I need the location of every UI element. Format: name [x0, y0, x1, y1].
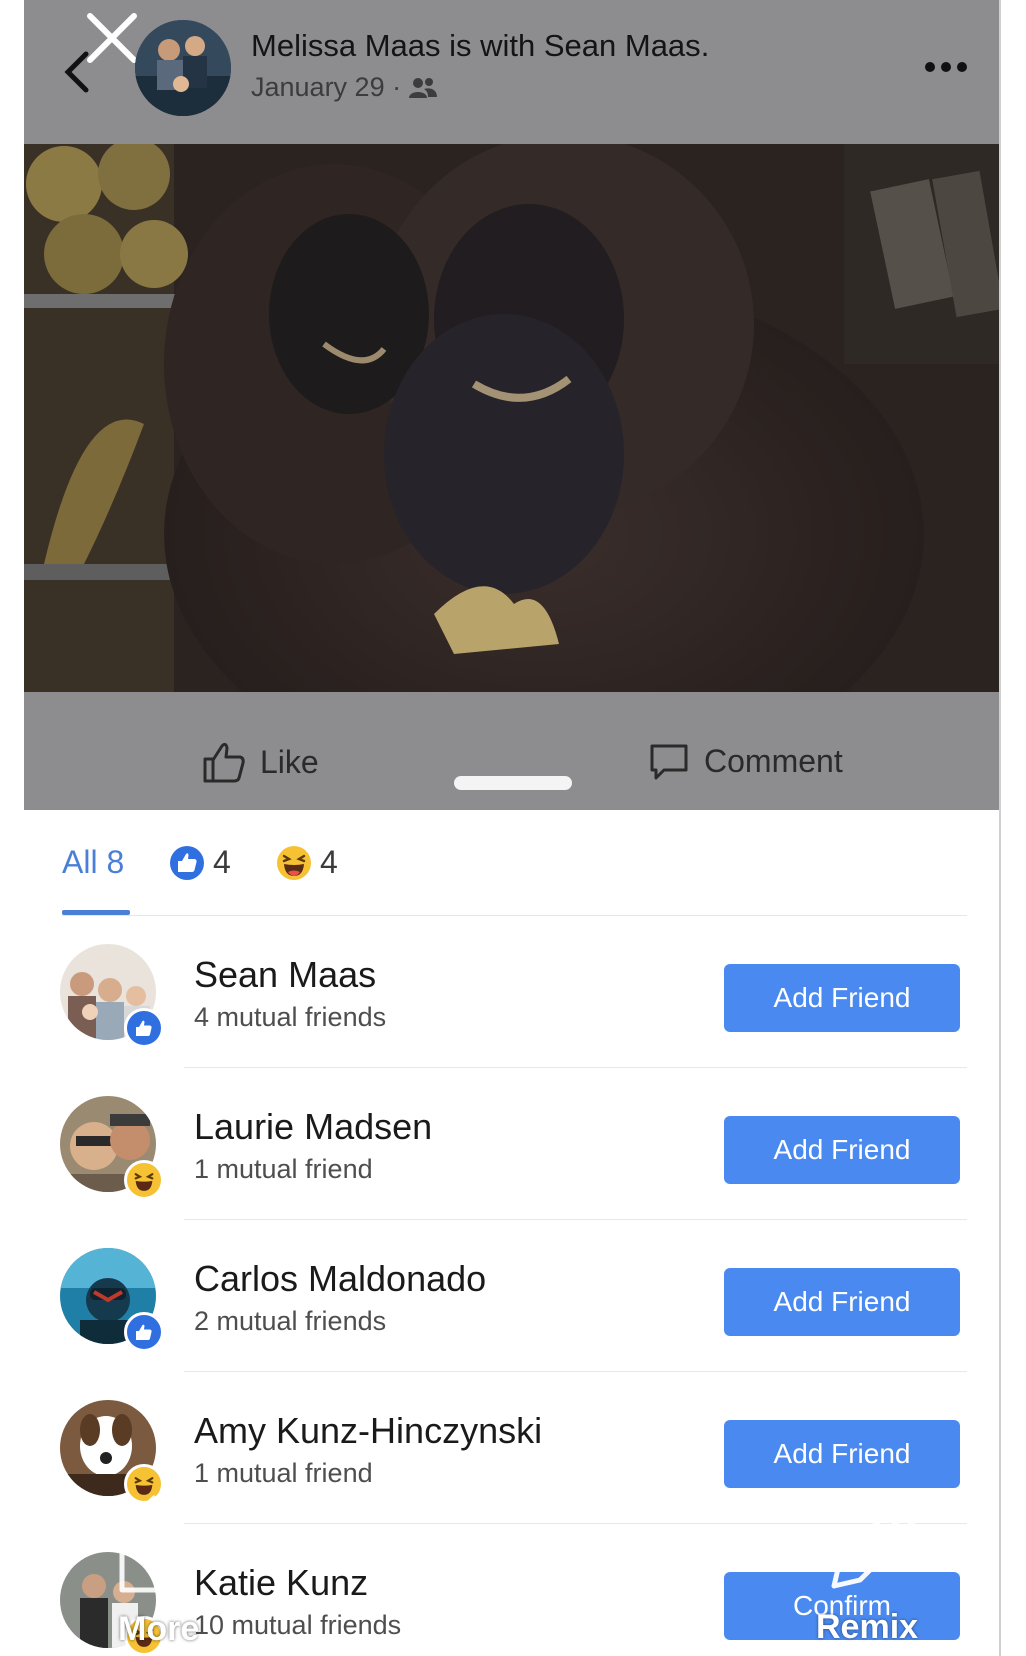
- reactor-row[interactable]: Sean Maas 4 mutual friends Add Friend: [24, 916, 999, 1068]
- share-label: More: [118, 1610, 200, 1648]
- reactor-name[interactable]: Carlos Maldonado: [194, 1258, 486, 1300]
- post-action-bar: Like Comment: [24, 692, 999, 810]
- tab-haha-count: 4: [320, 844, 338, 880]
- like-label: Like: [260, 743, 319, 780]
- remix-label: Remix: [816, 1608, 919, 1646]
- tab-all-label: All 8: [62, 844, 125, 880]
- title-period: .: [700, 28, 710, 63]
- post-meta: January 29 ·: [251, 72, 438, 103]
- like-badge-icon: [124, 1312, 164, 1352]
- tab-haha[interactable]: 4: [276, 844, 338, 881]
- more-dots-icon[interactable]: [924, 58, 968, 76]
- reactor-row[interactable]: Carlos Maldonado 2 mutual friends Add Fr…: [24, 1220, 999, 1372]
- tagged-name[interactable]: Sean Maas: [544, 28, 701, 63]
- add-friend-button[interactable]: Add Friend: [724, 1116, 960, 1184]
- like-reaction-icon: [170, 845, 204, 880]
- comment-label: Comment: [704, 742, 843, 779]
- post-date[interactable]: January 29 ·: [251, 72, 401, 103]
- mutual-friends: 1 mutual friend: [194, 1458, 373, 1488]
- like-badge-icon: [124, 1008, 164, 1048]
- tab-all[interactable]: All 8: [62, 844, 124, 881]
- add-friend-button[interactable]: Add Friend: [724, 1268, 960, 1336]
- remix-overlay-button[interactable]: Remix: [814, 1490, 934, 1656]
- mutual-friends: 4 mutual friends: [194, 1002, 387, 1032]
- thumbs-up-icon: [203, 742, 245, 783]
- post-header: Melissa Maas is with Sean Maas. January …: [24, 0, 999, 144]
- reactor-name[interactable]: Amy Kunz-Hinczynski: [194, 1410, 542, 1452]
- add-friend-button[interactable]: Add Friend: [724, 1420, 960, 1488]
- like-action[interactable]: Like: [202, 740, 319, 784]
- share-overlay-button[interactable]: More: [114, 1490, 199, 1656]
- add-friend-button[interactable]: Add Friend: [724, 964, 960, 1032]
- mutual-friends: 1 mutual friend: [194, 1154, 373, 1184]
- tab-like-count: 4: [213, 844, 231, 880]
- tab-like[interactable]: 4: [169, 844, 231, 881]
- mutual-friends: 10 mutual friends: [194, 1610, 402, 1640]
- phone-screen: Melissa Maas is with Sean Maas. January …: [24, 0, 1001, 1656]
- author-name[interactable]: Melissa Maas: [251, 28, 441, 63]
- post-title: Melissa Maas is with Sean Maas.: [251, 28, 709, 64]
- reaction-tabs: All 8 4 4: [24, 810, 999, 916]
- comment-action[interactable]: Comment: [648, 740, 843, 782]
- share-icon: [119, 1495, 189, 1593]
- close-icon[interactable]: [84, 10, 140, 66]
- comment-icon: [650, 744, 688, 780]
- author-avatar[interactable]: [135, 20, 231, 116]
- mutual-friends: 2 mutual friends: [194, 1306, 387, 1336]
- friends-icon: [409, 77, 438, 98]
- haha-reaction-icon: [277, 845, 311, 880]
- post-photo[interactable]: [24, 144, 999, 692]
- reactor-name[interactable]: Katie Kunz: [194, 1562, 368, 1604]
- screenshot-frame: Melissa Maas is with Sean Maas. January …: [0, 0, 1026, 1656]
- reactor-name[interactable]: Laurie Madsen: [194, 1106, 432, 1148]
- with-connector: is with: [440, 28, 544, 63]
- reactor-name[interactable]: Sean Maas: [194, 954, 376, 996]
- reactor-row[interactable]: Laurie Madsen 1 mutual friend Add Friend: [24, 1068, 999, 1220]
- haha-badge-icon: [124, 1160, 164, 1200]
- pencil-icon: [831, 1503, 917, 1589]
- sheet-grabber-handle[interactable]: [454, 776, 572, 790]
